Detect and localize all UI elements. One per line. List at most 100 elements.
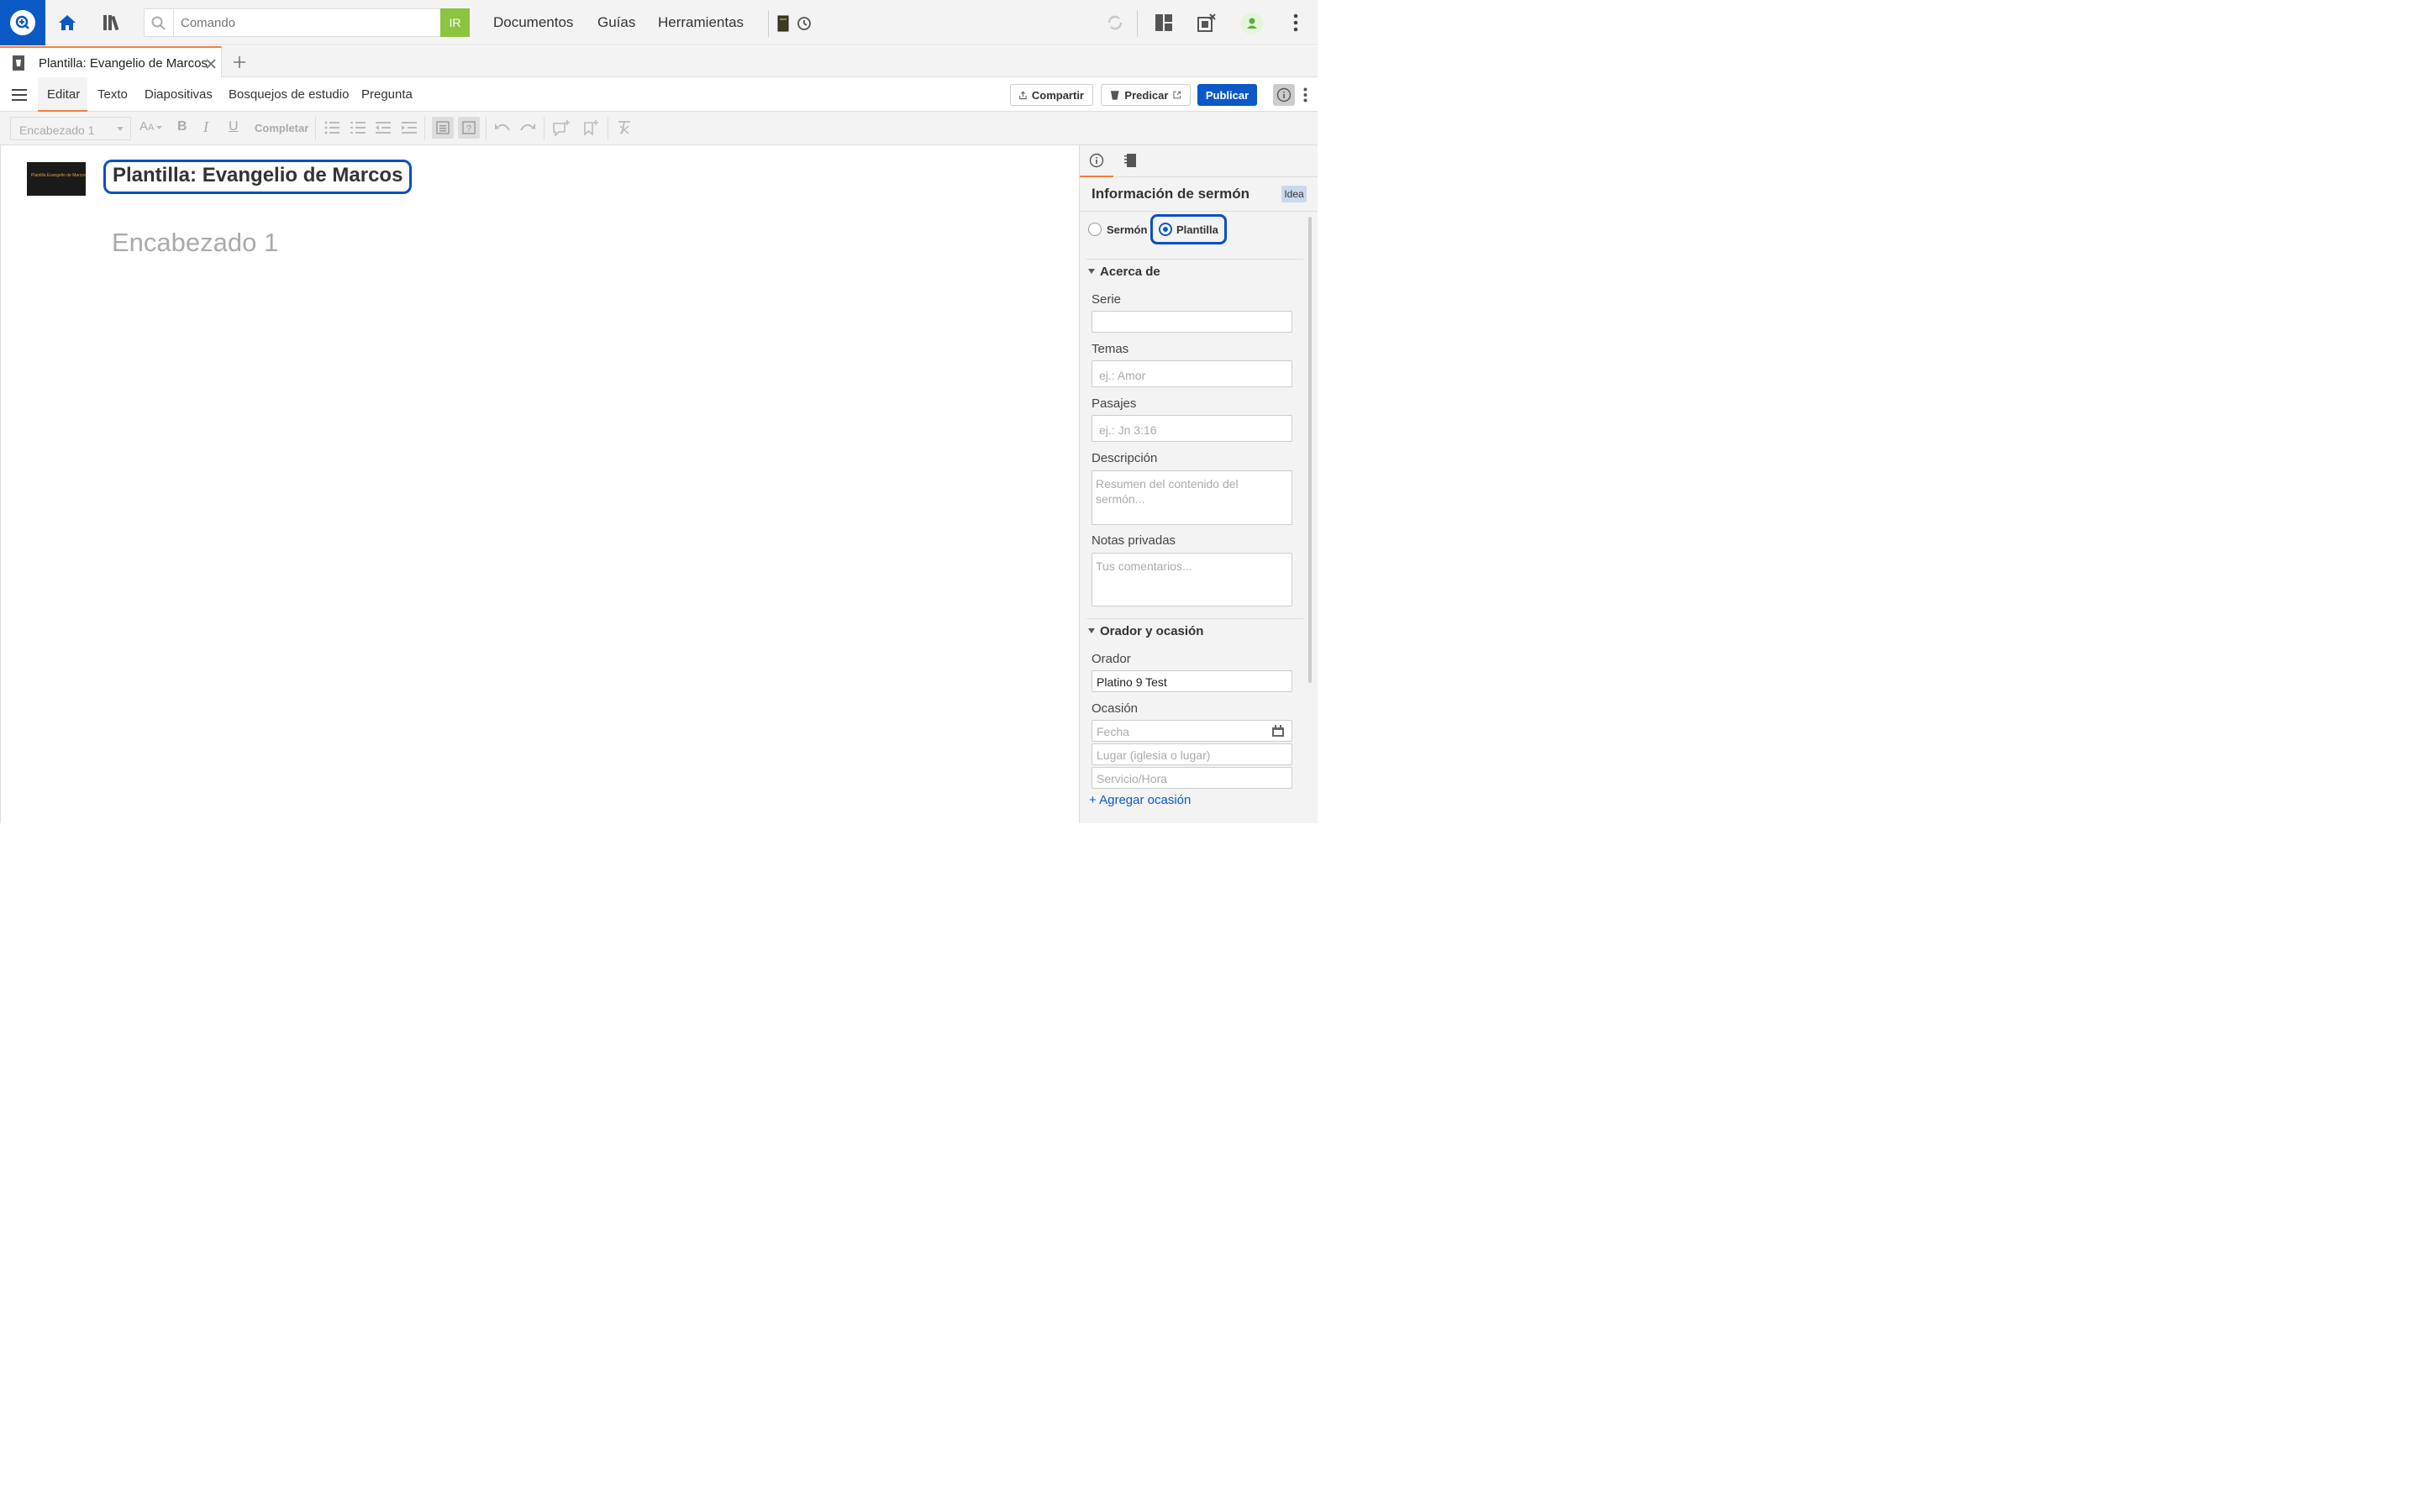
hamburger-menu-icon[interactable] [12, 89, 27, 101]
tab-bosquejos[interactable]: Bosquejos de estudio [229, 87, 349, 102]
temas-field[interactable]: ej.: Amor [1092, 360, 1292, 387]
panel-tabs [1080, 145, 1318, 177]
radio-plantilla-label: Plantilla [1176, 223, 1218, 236]
library-icon[interactable] [98, 9, 125, 36]
redo-icon[interactable] [519, 122, 536, 134]
calendar-icon[interactable] [1271, 725, 1285, 738]
pasajes-label: Pasajes [1092, 396, 1137, 411]
template-thumbnail[interactable]: Plantilla Evangelio de Marcos [27, 162, 87, 196]
heading-placeholder[interactable]: Encabezado 1 [112, 228, 278, 258]
document-editor[interactable]: Plantilla Evangelio de Marcos Plantilla:… [0, 145, 1079, 823]
publish-button[interactable]: Publicar [1197, 84, 1257, 106]
status-badge: Idea [1281, 186, 1307, 202]
add-occasion-link[interactable]: + Agregar ocasión [1089, 793, 1191, 807]
svg-text:?: ? [466, 124, 471, 134]
bold-icon[interactable]: B [177, 119, 187, 134]
section-orador-title[interactable]: Orador y ocasión [1100, 624, 1203, 638]
tab-info[interactable] [1080, 145, 1113, 177]
divider [768, 10, 769, 37]
add-bookmark-icon[interactable] [582, 119, 599, 136]
logos-logo-icon[interactable] [0, 0, 45, 45]
orador-field[interactable]: Platino 9 Test [1092, 670, 1292, 692]
toolbar-divider [486, 117, 487, 140]
tab-texto[interactable]: Texto [97, 87, 128, 102]
descripcion-field[interactable]: Resumen del contenido del sermón... [1092, 470, 1292, 525]
document-title[interactable]: Plantilla: Evangelio de Marcos [103, 160, 413, 194]
notebook-icon[interactable] [1123, 153, 1137, 168]
tab-pregunta[interactable]: Pregunta [361, 87, 413, 102]
add-tab-icon[interactable] [233, 55, 246, 69]
command-input[interactable] [173, 9, 440, 36]
share-button[interactable]: Compartir [1010, 84, 1093, 106]
radio-sermon[interactable] [1088, 223, 1102, 236]
collapse-caret-icon[interactable] [1088, 628, 1095, 633]
servicio-field[interactable]: Servicio/Hora [1092, 767, 1292, 789]
nav-documentos[interactable]: Documentos [493, 14, 573, 31]
layout-icon[interactable] [1150, 9, 1177, 36]
serie-label: Serie [1092, 292, 1122, 307]
info-panel-toggle[interactable] [1273, 84, 1295, 106]
tab-strip: Plantilla: Evangelio de Marcos [0, 46, 1318, 78]
panel-scrollbar[interactable] [1308, 217, 1312, 683]
account-avatar[interactable] [1239, 10, 1265, 37]
close-icon[interactable] [206, 59, 216, 69]
temas-label: Temas [1092, 342, 1129, 356]
formatting-toolbar: Encabezado 1 AA B I U Completar ? [0, 112, 1318, 145]
paragraph-style-select[interactable]: Encabezado 1 [10, 117, 131, 140]
nav-guias[interactable]: Guías [597, 14, 635, 31]
section-about-title[interactable]: Acerca de [1100, 265, 1160, 279]
block-question-button[interactable]: ? [458, 117, 480, 139]
preach-button[interactable]: Predicar [1101, 84, 1191, 106]
editor-menu-bar: Editar Texto Diapositivas Bosquejos de e… [0, 77, 1318, 112]
undo-icon[interactable] [494, 122, 511, 134]
pasajes-field[interactable]: ej.: Jn 3:16 [1092, 415, 1292, 442]
indent-icon[interactable] [402, 121, 417, 134]
outdent-icon[interactable] [376, 121, 391, 134]
italic-icon[interactable]: I [203, 118, 208, 136]
font-size-icon[interactable]: AA [139, 119, 154, 134]
underline-icon[interactable]: U [229, 119, 239, 134]
divider [1086, 618, 1303, 619]
fecha-field[interactable]: Fecha [1092, 720, 1292, 742]
descripcion-label: Descripción [1092, 451, 1158, 465]
bullet-list-icon[interactable] [324, 121, 339, 134]
info-icon [1276, 87, 1292, 102]
toolbar-divider [315, 117, 316, 140]
sermon-info-panel: Información de sermón Idea Sermón Planti… [1079, 145, 1318, 823]
sync-icon[interactable] [1102, 9, 1128, 36]
numbered-list-icon[interactable] [350, 121, 366, 134]
panel-title: Información de sermón [1092, 186, 1249, 202]
home-icon[interactable] [54, 9, 81, 36]
tab-diapositivas[interactable]: Diapositivas [145, 87, 213, 102]
block-paragraph-button[interactable] [432, 117, 454, 139]
toolbar-divider [424, 117, 425, 140]
nav-herramientas[interactable]: Herramientas [658, 14, 744, 31]
divider [1080, 211, 1318, 212]
complete-button[interactable]: Completar [255, 122, 308, 134]
paragraph-style-value: Encabezado 1 [19, 123, 95, 137]
collapse-caret-icon[interactable] [1088, 269, 1095, 274]
history-icon[interactable] [791, 10, 818, 37]
divider [1137, 10, 1138, 37]
notas-field[interactable]: Tus comentarios... [1092, 553, 1292, 606]
question-block-icon: ? [462, 121, 476, 134]
search-icon [151, 16, 166, 30]
share-icon [1019, 91, 1027, 99]
go-button[interactable]: IR [440, 8, 470, 37]
more-menu-icon[interactable] [1282, 9, 1309, 36]
close-panels-icon[interactable] [1193, 9, 1220, 36]
tab-editar[interactable]: Editar [47, 87, 80, 102]
more-options-icon[interactable] [1303, 87, 1307, 102]
add-comment-icon[interactable] [552, 119, 571, 136]
tab-document[interactable]: Plantilla: Evangelio de Marcos [0, 46, 222, 78]
serie-field[interactable] [1092, 311, 1292, 333]
top-bar: IR Documentos Guías Herramientas [0, 0, 1318, 45]
lugar-field[interactable]: Lugar (iglesia o lugar) [1092, 743, 1292, 765]
sermon-icon [13, 55, 24, 71]
paragraph-block-icon [436, 121, 450, 134]
external-link-icon [1173, 91, 1181, 99]
share-label: Compartir [1031, 88, 1084, 102]
clear-formatting-icon[interactable] [617, 121, 632, 134]
app-window: IR Documentos Guías Herramientas [0, 0, 1318, 823]
radio-plantilla[interactable] [1159, 223, 1172, 236]
